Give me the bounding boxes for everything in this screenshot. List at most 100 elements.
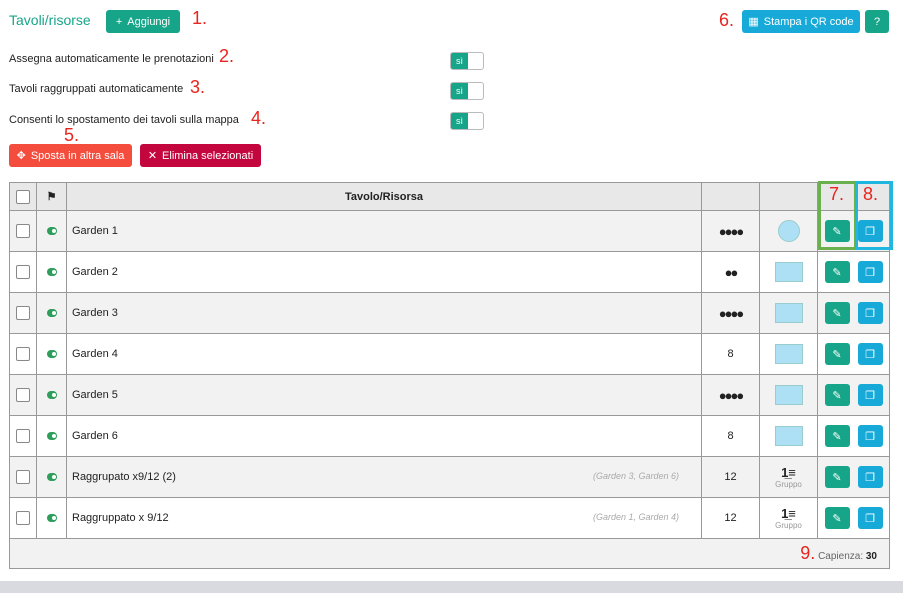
edit-button[interactable]: ✎	[824, 425, 850, 447]
active-toggle-icon[interactable]	[46, 350, 57, 358]
close-icon: ✕	[147, 150, 158, 162]
help-button[interactable]: ?	[865, 10, 889, 33]
row-checkbox[interactable]	[16, 306, 30, 320]
edit-button[interactable]: ✎	[824, 466, 850, 488]
copy-icon: ❐	[865, 430, 875, 443]
duplicate-button[interactable]: ❐	[857, 507, 883, 529]
edit-icon: ✎	[832, 307, 842, 320]
setting-label: Consenti lo spostamento dei tavoli sulla…	[9, 114, 239, 126]
page-divider	[0, 581, 903, 593]
add-button[interactable]: + Aggiungi	[106, 10, 180, 33]
active-toggle-icon[interactable]	[46, 432, 57, 440]
tables-table: ⚑ Tavolo/Risorsa Garden 1 ●●●● ✎ ❐ Garden…	[9, 182, 890, 569]
delete-selected-button[interactable]: ✕ Elimina selezionati	[140, 144, 261, 167]
move-room-button[interactable]: ✥ Sposta in altra sala	[9, 144, 132, 167]
people-icon: ●●	[701, 251, 760, 293]
rect-table-icon	[774, 344, 803, 364]
rect-table-icon	[774, 385, 803, 405]
rect-table-icon	[774, 262, 803, 282]
copy-icon: ❐	[865, 266, 875, 279]
table-name: Garden 5	[72, 389, 118, 401]
plus-icon: +	[115, 15, 123, 28]
edit-icon: ✎	[832, 348, 842, 361]
edit-button[interactable]: ✎	[824, 302, 850, 324]
annotation: 1.	[192, 8, 208, 28]
setting-label: Tavoli raggruppati automaticamente	[9, 83, 184, 95]
row-checkbox[interactable]	[16, 224, 30, 238]
row-checkbox[interactable]	[16, 388, 30, 402]
duplicate-button[interactable]: ❐	[857, 466, 883, 488]
rect-table-icon	[774, 426, 803, 446]
copy-icon: ❐	[865, 512, 875, 525]
capacity-value: 12	[701, 456, 760, 498]
people-icon: ●●●●	[701, 210, 760, 252]
annotation: 3.	[190, 77, 206, 97]
active-toggle-icon[interactable]	[46, 473, 57, 481]
row-checkbox[interactable]	[16, 429, 30, 443]
table-row: Garden 6 8 ✎ ❐	[9, 415, 890, 457]
row-checkbox[interactable]	[16, 347, 30, 361]
rect-table-icon	[774, 303, 803, 323]
annotation: 7.	[829, 184, 845, 204]
table-name: Garden 4	[72, 348, 118, 360]
auto-assign-toggle[interactable]: sì	[450, 52, 484, 70]
active-toggle-icon[interactable]	[46, 227, 57, 235]
edit-icon: ✎	[832, 512, 842, 525]
copy-icon: ❐	[865, 471, 875, 484]
capacity-label: Capienza:	[818, 551, 864, 562]
group-members: (Garden 1, Garden 4)	[592, 512, 679, 522]
annotation: 5.	[64, 125, 80, 145]
edit-button[interactable]: ✎	[824, 343, 850, 365]
annotation: 2.	[219, 46, 235, 66]
row-checkbox[interactable]	[16, 470, 30, 484]
copy-icon: ❐	[865, 307, 875, 320]
table-row: Garden 4 8 ✎ ❐	[9, 333, 890, 375]
edit-button[interactable]: ✎	[824, 261, 850, 283]
move-tables-toggle[interactable]: sì	[450, 112, 484, 130]
edit-button[interactable]: ✎	[824, 384, 850, 406]
table-row: Garden 3 ●●●● ✎ ❐	[9, 292, 890, 334]
duplicate-button[interactable]: ❐	[857, 261, 883, 283]
table-name: Raggrupato x9/12 (2)	[72, 471, 176, 483]
copy-icon: ❐	[865, 389, 875, 402]
select-all-checkbox[interactable]	[16, 189, 30, 204]
page-title: Tavoli/risorse	[9, 12, 91, 28]
group-members: (Garden 3, Garden 6)	[592, 471, 679, 481]
people-icon: ●●●●	[701, 374, 760, 416]
capacity-value: 12	[701, 497, 760, 539]
people-icon: ●●●●	[701, 292, 760, 334]
active-toggle-icon[interactable]	[46, 268, 57, 276]
duplicate-button[interactable]: ❐	[857, 302, 883, 324]
table-row: Garden 2 ●● ✎ ❐	[9, 251, 890, 293]
row-checkbox[interactable]	[16, 265, 30, 279]
table-name: Garden 1	[72, 225, 118, 237]
active-toggle-icon[interactable]	[46, 309, 57, 317]
move-icon: ✥	[16, 150, 26, 162]
auto-group-toggle[interactable]: sì	[450, 82, 484, 100]
round-table-icon	[777, 220, 800, 242]
duplicate-button[interactable]: ❐	[857, 425, 883, 447]
table-name: Garden 6	[72, 430, 118, 442]
copy-icon: ❐	[865, 348, 875, 361]
flag-icon: ⚑	[36, 182, 67, 211]
edit-button[interactable]: ✎	[824, 507, 850, 529]
annotation: 8.	[863, 184, 879, 204]
table-name: Raggruppato x 9/12	[72, 512, 169, 524]
edit-icon: ✎	[832, 471, 842, 484]
table-name: Garden 3	[72, 307, 118, 319]
table-row: Raggrupato x9/12 (2) (Garden 3, Garden 6)…	[9, 456, 890, 498]
table-row: Garden 1 ●●●● ✎ ❐	[9, 210, 890, 252]
row-checkbox[interactable]	[16, 511, 30, 525]
print-qr-button[interactable]: ▦ Stampa i QR code	[742, 10, 860, 33]
edit-icon: ✎	[832, 430, 842, 443]
capacity-total: 30	[865, 551, 877, 562]
duplicate-button[interactable]: ❐	[857, 384, 883, 406]
edit-icon: ✎	[832, 266, 842, 279]
capacity-value: 8	[701, 333, 760, 375]
duplicate-button[interactable]: ❐	[857, 343, 883, 365]
table-row: Garden 5 ●●●● ✎ ❐	[9, 374, 890, 416]
capacity-value: 8	[701, 415, 760, 457]
active-toggle-icon[interactable]	[46, 514, 57, 522]
column-header: Tavolo/Risorsa	[66, 182, 702, 211]
active-toggle-icon[interactable]	[46, 391, 57, 399]
